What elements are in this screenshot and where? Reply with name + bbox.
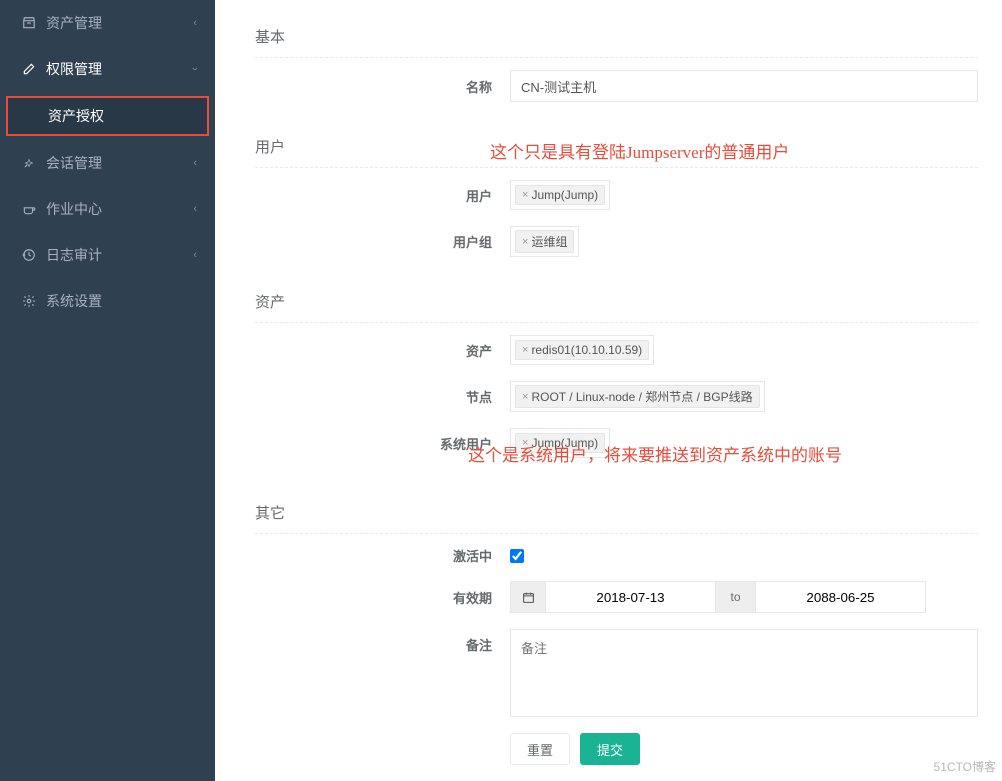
node-select[interactable]: × ROOT / Linux-node / 郑州节点 / BGP线路 (510, 381, 765, 412)
cogs-icon (20, 294, 38, 308)
remove-tag-icon[interactable]: × (522, 189, 528, 201)
user-tag: × Jump(Jump) (515, 185, 605, 205)
label-remark: 备注 (255, 629, 510, 654)
annotation-user: 这个只是具有登陆Jumpserver的普通用户 (490, 138, 789, 163)
nav-label: 会话管理 (46, 153, 102, 173)
label-active: 激活中 (255, 546, 510, 565)
chevron-left-icon: ‹ (193, 203, 197, 215)
submit-button[interactable]: 提交 (580, 733, 640, 765)
watermark: 51CTO博客 (934, 758, 996, 775)
nav-label: 权限管理 (46, 59, 102, 79)
remove-tag-icon[interactable]: × (522, 391, 528, 403)
label-user: 用户 (255, 186, 510, 205)
remove-tag-icon[interactable]: × (522, 236, 528, 248)
annotation-system-user: 这个是系统用户，将来要推送到资产系统中的账号 (468, 441, 842, 466)
date-to-label: to (716, 581, 756, 613)
sub-item-label: 资产授权 (48, 108, 104, 124)
divider (255, 167, 978, 168)
sidebar: 资产管理 ‹ 权限管理 ‹ 资产授权 会话管理 ‹ 作业中心 ‹ 日志审计 ‹ (0, 0, 215, 781)
asset-select[interactable]: × redis01(10.10.10.59) (510, 335, 654, 365)
divider (255, 57, 978, 58)
calendar-icon[interactable] (510, 581, 546, 613)
sidebar-item-asset-auth[interactable]: 资产授权 (6, 96, 209, 136)
divider (255, 322, 978, 323)
section-asset: 资产 (255, 273, 978, 322)
divider (255, 533, 978, 534)
coffee-icon (20, 202, 38, 216)
user-group-tag: × 运维组 (515, 230, 574, 253)
section-other: 其它 (255, 474, 978, 533)
date-end-input[interactable] (756, 581, 926, 613)
remark-textarea[interactable] (510, 629, 978, 717)
edit-icon (20, 62, 38, 76)
chevron-left-icon: ‹ (193, 157, 197, 169)
active-checkbox[interactable] (510, 549, 524, 563)
node-tag: × ROOT / Linux-node / 郑州节点 / BGP线路 (515, 385, 760, 408)
nav-label: 日志审计 (46, 245, 102, 265)
section-basic: 基本 (255, 8, 978, 57)
nav-session-management[interactable]: 会话管理 ‹ (0, 140, 215, 186)
label-user-group: 用户组 (255, 232, 510, 251)
chevron-down-icon: ‹ (189, 67, 201, 71)
nav-log-audit[interactable]: 日志审计 ‹ (0, 232, 215, 278)
name-input[interactable] (510, 70, 978, 102)
rocket-icon (20, 156, 38, 170)
label-validity: 有效期 (255, 588, 510, 607)
label-node: 节点 (255, 387, 510, 406)
history-icon (20, 248, 38, 262)
chevron-left-icon: ‹ (193, 17, 197, 29)
nav-system-settings[interactable]: 系统设置 (0, 278, 215, 324)
nav-label: 系统设置 (46, 291, 102, 311)
nav-label: 作业中心 (46, 199, 102, 219)
chevron-left-icon: ‹ (193, 249, 197, 261)
main-form: 基本 名称 用户 这个只是具有登陆Jumpserver的普通用户 用户 × Ju… (215, 0, 1002, 781)
nav-job-center[interactable]: 作业中心 ‹ (0, 186, 215, 232)
nav-permissions[interactable]: 权限管理 ‹ (0, 46, 215, 92)
date-start-input[interactable] (546, 581, 716, 613)
label-asset: 资产 (255, 341, 510, 360)
user-group-select[interactable]: × 运维组 (510, 226, 579, 257)
remove-tag-icon[interactable]: × (522, 344, 528, 356)
nav-asset-management[interactable]: 资产管理 ‹ (0, 0, 215, 46)
user-select[interactable]: × Jump(Jump) (510, 180, 610, 210)
inbox-icon (20, 16, 38, 30)
asset-tag: × redis01(10.10.10.59) (515, 340, 649, 360)
label-name: 名称 (255, 77, 510, 96)
date-range: to (510, 581, 926, 613)
reset-button[interactable]: 重置 (510, 733, 570, 765)
nav-label: 资产管理 (46, 13, 102, 33)
